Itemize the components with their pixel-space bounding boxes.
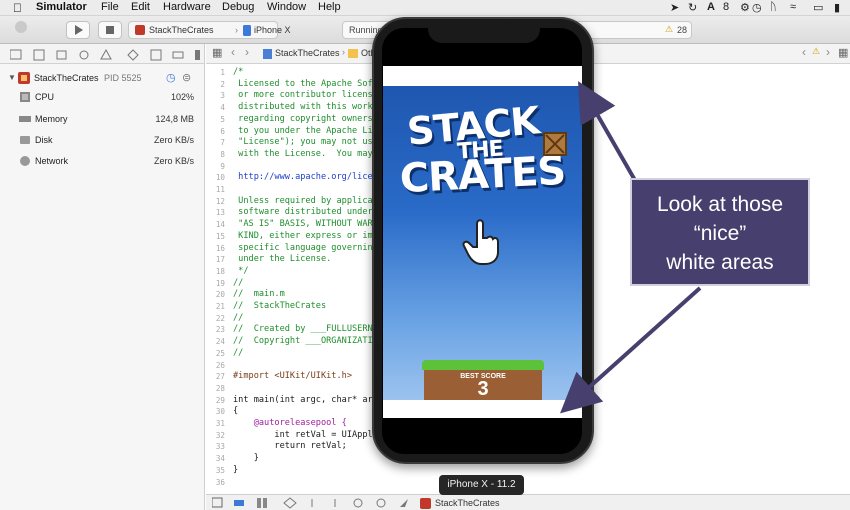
annotation-callout: Look at those “nice” white areas bbox=[630, 178, 810, 286]
callout-line2: “nice” bbox=[693, 222, 747, 245]
arrow-to-bottom-white-area bbox=[560, 286, 702, 414]
callout-line1: Look at those bbox=[656, 193, 784, 216]
callout-line3: white areas bbox=[666, 251, 774, 274]
arrow-to-top-white-area bbox=[578, 81, 638, 183]
